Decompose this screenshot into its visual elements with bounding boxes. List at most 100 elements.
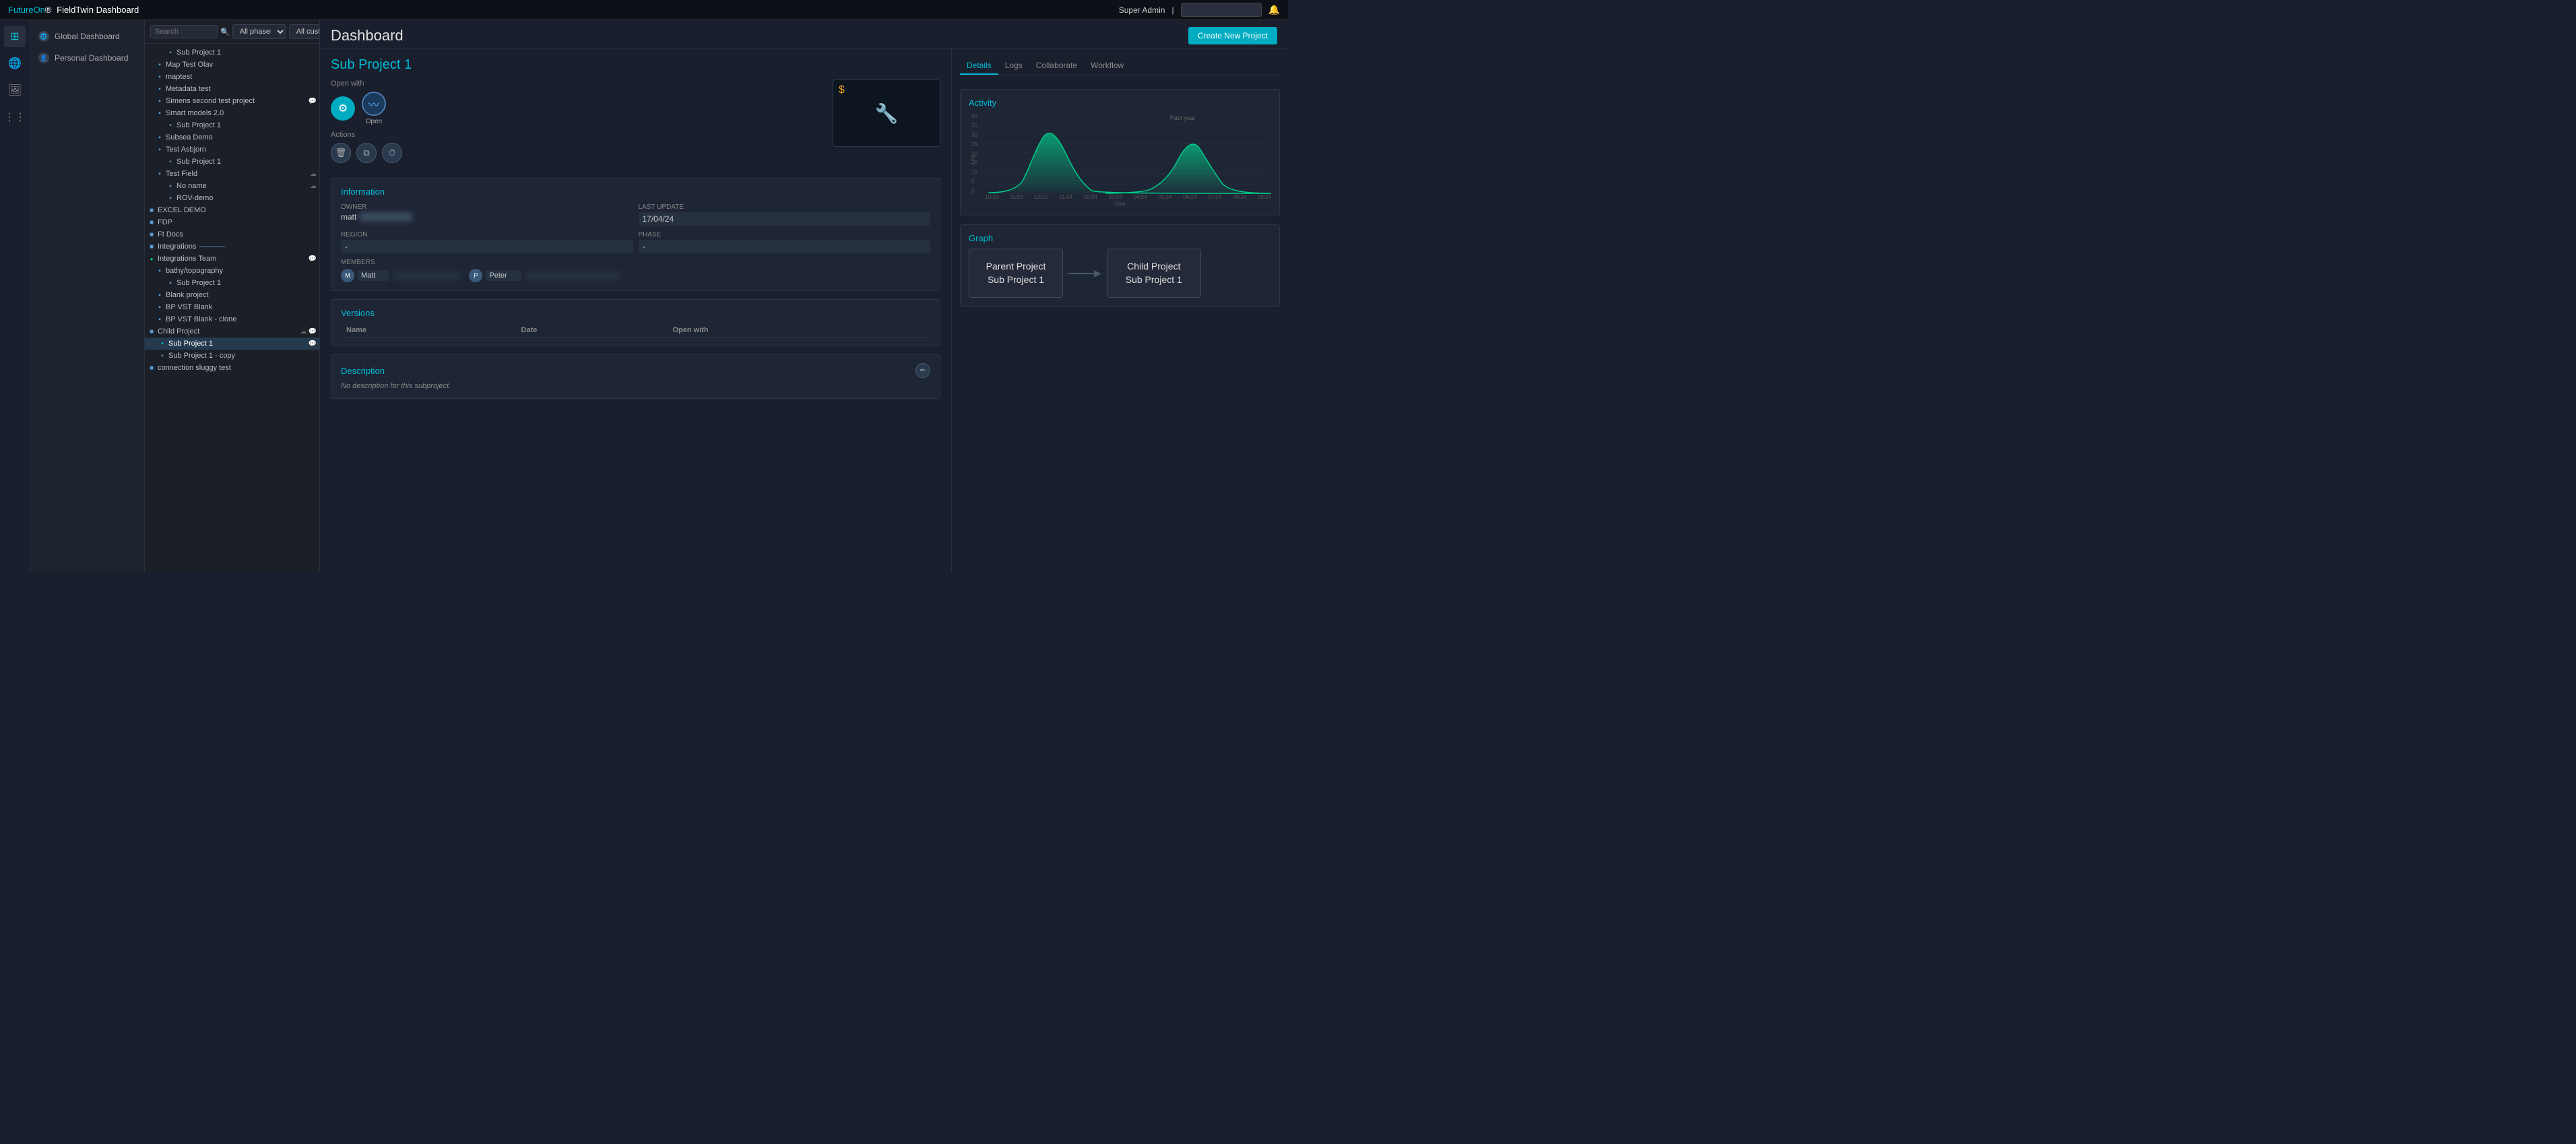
tree-node[interactable]: ■ Integrations	[145, 241, 319, 253]
members-section: MEMBERS M Matt P Peter	[341, 259, 930, 282]
flow-arrow-area: ▶	[1063, 267, 1107, 279]
sidebar-icon-image[interactable]: 🖼	[4, 80, 26, 101]
tree-node[interactable]: ▪ Smart models 2.0	[145, 107, 319, 119]
tree-node[interactable]: ▪ Metadata test	[145, 83, 319, 95]
tree-node[interactable]: ▪ Sub Project 1	[145, 277, 319, 289]
info-grid: OWNER matt LAST UPDATE 17/04/24 REGION	[341, 203, 930, 253]
folder-icon: ▪	[156, 97, 164, 105]
create-new-project-button[interactable]: Create New Project	[1188, 27, 1277, 44]
sidebar-icon-globe[interactable]: 🌐	[4, 53, 26, 74]
col-date-header: Date	[516, 323, 668, 338]
gear-btn-icon: ⚙	[331, 96, 355, 121]
x-label: 10/23	[985, 194, 998, 200]
history-button[interactable]: ⏱	[382, 143, 402, 163]
sidebar-icon-home[interactable]: ⊞	[4, 26, 26, 47]
phase-label: PHASE	[639, 231, 931, 239]
folder-icon: ▪	[156, 109, 164, 117]
tab-details[interactable]: Details	[960, 57, 998, 75]
node-actions: ☁ 💬	[300, 328, 317, 336]
sidebar-icon-grid[interactable]: ⋮⋮	[4, 106, 26, 128]
delete-button[interactable]: 🗑	[331, 143, 351, 163]
copy-button[interactable]: ⧉	[356, 143, 377, 163]
graph-title: Graph	[969, 233, 1271, 243]
node-label: maptest	[166, 73, 192, 81]
tree-node[interactable]: ▪ Sub Project 1	[145, 119, 319, 131]
node-label: FDP	[158, 218, 172, 226]
root-icon: ●	[148, 255, 156, 263]
tree-node[interactable]: ▪ BP VST Blank	[145, 301, 319, 313]
tree-node[interactable]: ▪ Subsea Demo	[145, 131, 319, 144]
tree-node[interactable]: ▪ Simens second test project 💬	[145, 95, 319, 107]
node-label: Test Field	[166, 170, 197, 178]
owner-value: matt	[341, 212, 356, 222]
bell-icon[interactable]: 🔔	[1268, 4, 1280, 15]
topbar-search-input[interactable]	[1181, 3, 1262, 17]
nav-sidebar: 🌐 Global Dashboard 👤 Personal Dashboard	[30, 20, 145, 572]
tree-node[interactable]: ■ FDP	[145, 216, 319, 228]
tab-collaborate[interactable]: Collaborate	[1029, 57, 1084, 75]
tree-node[interactable]: ▪ No name ☁	[145, 180, 319, 192]
tree-node[interactable]: ▪ Sub Project 1 - copy	[145, 350, 319, 362]
tab-workflow[interactable]: Workflow	[1084, 57, 1130, 75]
phases-filter[interactable]: All phases	[232, 24, 286, 39]
tree-node[interactable]: ▪ ROV-demo	[145, 192, 319, 204]
action-icon: ☁	[310, 183, 317, 190]
node-label: BP VST Blank	[166, 303, 212, 311]
tree-node[interactable]: ▪ Sub Project 1	[145, 156, 319, 168]
file-icon: ▪	[166, 49, 174, 57]
tree-node-selected[interactable]: ▪ Sub Project 1 💬	[145, 338, 319, 350]
child-line1: Child Project	[1127, 261, 1180, 272]
folder-icon: ▪	[156, 170, 164, 178]
brand-logo: FutureOn® FieldTwin Dashboard	[8, 5, 139, 15]
region-label: REGION	[341, 231, 633, 239]
tree-node[interactable]: ▪ Test Field ☁	[145, 168, 319, 180]
tree-node[interactable]: ▪ Test Asbjorn	[145, 144, 319, 156]
last-update-field: LAST UPDATE 17/04/24	[639, 203, 931, 226]
tree-node[interactable]: ● Integrations Team 💬	[145, 253, 319, 265]
tree-node[interactable]: ■ EXCEL DEMO	[145, 204, 319, 216]
activity-chart-svg	[981, 113, 1271, 194]
root-icon: ■	[148, 243, 156, 251]
x-label: 06/24	[1183, 194, 1196, 200]
open-with-area: Open with ⚙ 〰 Open Actions	[331, 80, 822, 171]
topbar: FutureOn® FieldTwin Dashboard Super Admi…	[0, 0, 1288, 20]
icon-sidebar: ⊞ 🌐 🖼 ⋮⋮	[0, 20, 30, 572]
tree-node[interactable]: ▪ BP VST Blank - clone	[145, 313, 319, 325]
parent-line2: Sub Project 1	[988, 274, 1044, 285]
folder-icon: ▪	[156, 315, 164, 323]
tree-node[interactable]: ▪ bathy/topography	[145, 265, 319, 277]
x-label: 02/24	[1084, 194, 1097, 200]
customers-filter[interactable]: All customers	[289, 24, 320, 39]
root-icon: ■	[148, 230, 156, 239]
tree-sidebar: 🔍 All phases All customers ▼ ▪ Sub Proje…	[145, 20, 320, 572]
root-icon: ■	[148, 206, 156, 214]
main-body: Sub Project 1 Open with ⚙ 〰 Open	[320, 49, 1288, 572]
open-with-wave-button[interactable]: 〰 Open	[362, 92, 386, 125]
open-with-gear-button[interactable]: ⚙	[331, 96, 355, 121]
tree-node[interactable]: ■ connection sluggy test	[145, 362, 319, 374]
sidebar-item-personal-dashboard[interactable]: 👤 Personal Dashboard	[30, 47, 144, 69]
tree-node[interactable]: ▪ maptest	[145, 71, 319, 83]
node-label: Integrations Team	[158, 255, 216, 263]
sidebar-item-global-dashboard[interactable]: 🌐 Global Dashboard	[30, 26, 144, 47]
x-label: 01/24	[1059, 194, 1072, 200]
tab-logs[interactable]: Logs	[998, 57, 1029, 75]
tree-node[interactable]: ■ Child Project ☁ 💬	[145, 325, 319, 338]
flow-line	[1068, 273, 1095, 274]
tree-node[interactable]: ▪ Map Test Olav	[145, 59, 319, 71]
tree-search-input[interactable]	[150, 25, 218, 38]
node-label: Simens second test project	[166, 97, 255, 105]
tree-node[interactable]: ▪ Blank project	[145, 289, 319, 301]
tree-node[interactable]: ■ Ft Docs	[145, 228, 319, 241]
file-icon: ▪	[166, 279, 174, 287]
node-label: Sub Project 1	[168, 340, 213, 348]
file-icon: ▪	[166, 158, 174, 166]
chat-icon: 💬	[309, 340, 317, 348]
personal-dashboard-label: Personal Dashboard	[55, 53, 128, 63]
flow-arrow-icon: ▶	[1094, 267, 1101, 279]
y-label: 35	[971, 123, 979, 129]
owner-blurred	[359, 212, 413, 222]
tree-node[interactable]: ▪ Sub Project 1	[145, 46, 319, 59]
edit-description-button[interactable]: ✏	[915, 363, 930, 378]
node-label: Test Asbjorn	[166, 146, 206, 154]
